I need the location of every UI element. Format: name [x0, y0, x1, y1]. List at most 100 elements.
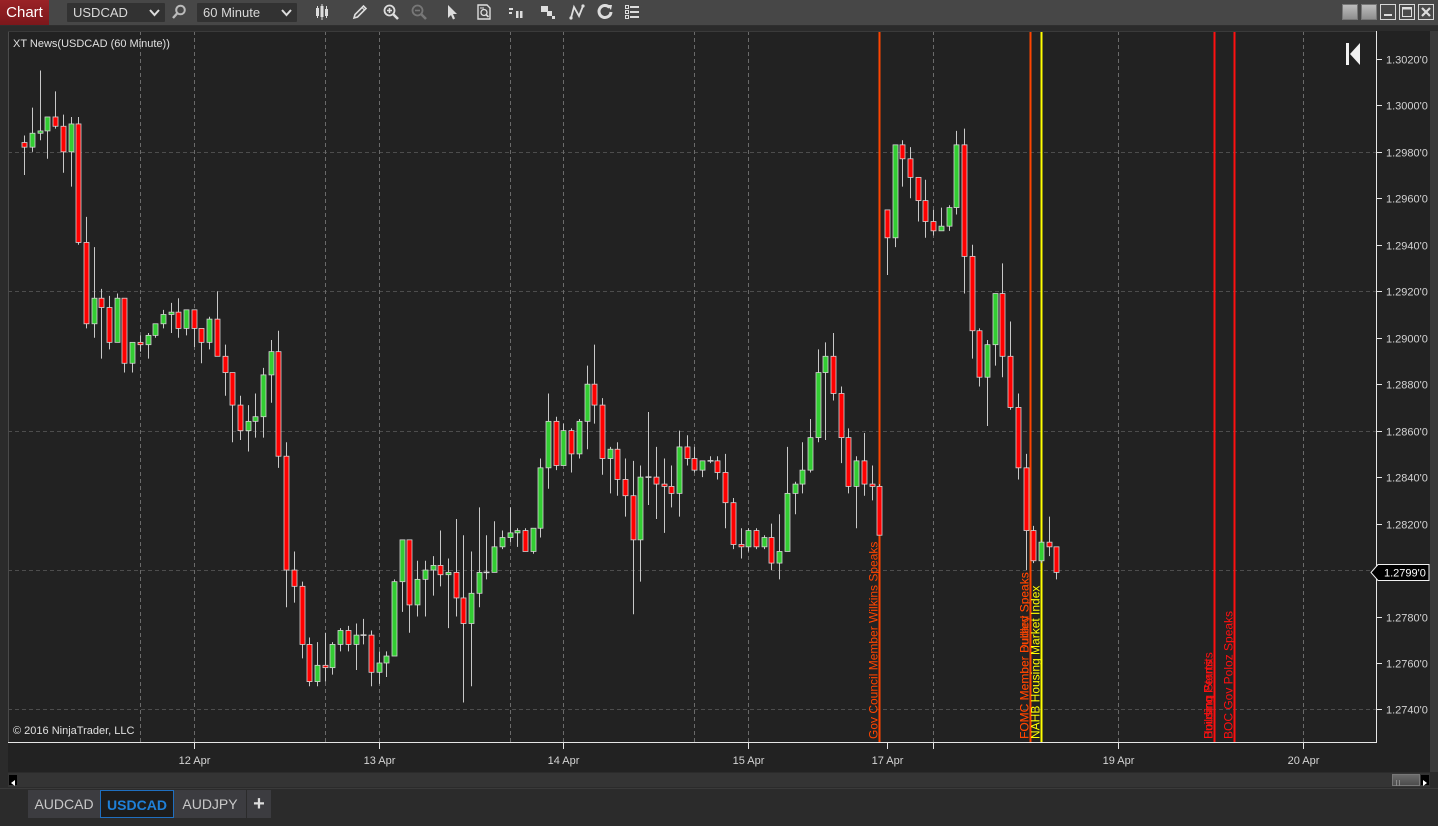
- candle[interactable]: [761, 535, 768, 550]
- candle-body-down: [961, 144, 968, 257]
- chevron-down-icon: [149, 9, 160, 17]
- candle-body-up: [807, 437, 814, 471]
- candle-body-up: [499, 537, 506, 548]
- candle-body-down: [838, 393, 845, 439]
- pointer-button[interactable]: [443, 3, 461, 21]
- strategies-button[interactable]: [539, 3, 557, 21]
- scroll-right-button[interactable]: [1421, 775, 1429, 786]
- candle[interactable]: [576, 419, 583, 459]
- price-tick-label: 1.2900'0: [1386, 334, 1428, 346]
- price-tick-label: 1.2980'0: [1386, 148, 1428, 160]
- price-chart[interactable]: Gov Council Member Wilkins Speaks FOMC Me…: [0, 26, 1438, 772]
- candle-body-up: [260, 374, 267, 418]
- candle-body-up: [68, 123, 75, 153]
- candle[interactable]: [152, 323, 159, 338]
- candle-body-up: [637, 476, 644, 541]
- candle[interactable]: [553, 416, 560, 471]
- draw-objects-button[interactable]: [568, 3, 586, 21]
- collapse-panel-button[interactable]: [1340, 40, 1364, 68]
- candle-body-down: [684, 446, 691, 459]
- time-tick-label: 13 Apr: [364, 755, 396, 767]
- pencil-icon: [352, 4, 368, 20]
- link-button-2[interactable]: [1361, 4, 1377, 20]
- candle-body-down: [98, 297, 105, 308]
- price-tick-label: 1.2740'0: [1386, 705, 1428, 717]
- chart-menu-button[interactable]: Chart: [0, 0, 49, 25]
- chart-title: XT News(USDCAD (60 Minute)): [13, 38, 170, 50]
- candle-body-down: [622, 479, 629, 497]
- candle[interactable]: [1038, 539, 1045, 564]
- add-tab-button[interactable]: +: [247, 790, 271, 818]
- candle[interactable]: [730, 498, 737, 550]
- candle[interactable]: [121, 297, 128, 373]
- candle-body-up: [206, 318, 213, 343]
- candle-body-up: [314, 664, 321, 682]
- scroll-thumb[interactable]: [1392, 774, 1420, 786]
- candle[interactable]: [530, 527, 537, 554]
- scroll-left-button[interactable]: [9, 775, 17, 786]
- candle-body-down: [175, 311, 182, 329]
- tab-audcad[interactable]: AUDCAD: [28, 790, 100, 818]
- price-tick-label: 1.2960'0: [1386, 194, 1428, 206]
- price-tick-label: 1.2920'0: [1386, 287, 1428, 299]
- candle-body-down: [830, 355, 837, 394]
- candle-body-down: [322, 664, 329, 669]
- instrument-search-button[interactable]: [170, 3, 188, 21]
- data-box-button[interactable]: [475, 3, 493, 21]
- time-tick-label: 19 Apr: [1103, 755, 1135, 767]
- candle-body-up: [168, 311, 175, 315]
- candle-body-down: [915, 176, 922, 202]
- candle-body-up: [468, 592, 475, 624]
- candle-body-down: [222, 355, 229, 373]
- candle-body-up: [491, 546, 498, 573]
- candle-body-down: [969, 255, 976, 332]
- zoom-in-button[interactable]: [382, 3, 400, 21]
- tab-audjpy[interactable]: AUDJPY: [174, 790, 246, 818]
- candle-body-down: [237, 404, 244, 432]
- candle[interactable]: [876, 484, 883, 536]
- candle-body-up: [984, 344, 991, 378]
- candle-body-down: [930, 221, 937, 232]
- chart-style-button[interactable]: [313, 3, 331, 21]
- candle-body-down: [52, 116, 59, 127]
- candle[interactable]: [892, 144, 899, 248]
- reload-button[interactable]: [596, 3, 614, 21]
- candle[interactable]: [391, 579, 398, 657]
- candle-body-up: [329, 644, 336, 669]
- candle-body-down: [591, 383, 598, 406]
- chart-style-icon: [316, 4, 328, 20]
- horizontal-scrollbar[interactable]: [8, 773, 1430, 787]
- candle[interactable]: [306, 637, 313, 687]
- candle-body-down: [653, 476, 660, 485]
- link-button-1[interactable]: [1342, 4, 1358, 20]
- candle-body-down: [121, 297, 128, 364]
- instrument-selector[interactable]: USDCAD: [67, 3, 165, 22]
- minimize-button[interactable]: [1380, 4, 1396, 20]
- candle[interactable]: [275, 330, 282, 468]
- candle[interactable]: [537, 458, 544, 538]
- maximize-button[interactable]: [1399, 4, 1415, 20]
- candle-body-down: [861, 460, 868, 485]
- candle-body-up: [383, 655, 390, 664]
- time-tick-label: 14 Apr: [548, 755, 580, 767]
- candle-body-up: [507, 532, 514, 538]
- candle-body-up: [799, 469, 806, 485]
- candle[interactable]: [845, 428, 852, 494]
- candle-body-up: [376, 662, 383, 673]
- candle[interactable]: [753, 528, 760, 550]
- candle-body-down: [1053, 546, 1060, 573]
- indicators-button[interactable]: [507, 3, 525, 21]
- candle[interactable]: [75, 116, 82, 245]
- candle[interactable]: [1030, 525, 1037, 564]
- drawing-tools-button[interactable]: [351, 3, 369, 21]
- interval-selector[interactable]: 60 Minute: [197, 3, 297, 22]
- zoom-out-button[interactable]: [410, 3, 428, 21]
- properties-button[interactable]: [623, 3, 641, 21]
- close-button[interactable]: [1418, 4, 1434, 20]
- indicators-icon: [509, 8, 523, 18]
- time-tick-label: 15 Apr: [733, 755, 765, 767]
- candle-body-down: [60, 125, 67, 153]
- candle[interactable]: [522, 528, 529, 552]
- candle[interactable]: [114, 293, 121, 343]
- tab-usdcad[interactable]: USDCAD: [100, 790, 174, 818]
